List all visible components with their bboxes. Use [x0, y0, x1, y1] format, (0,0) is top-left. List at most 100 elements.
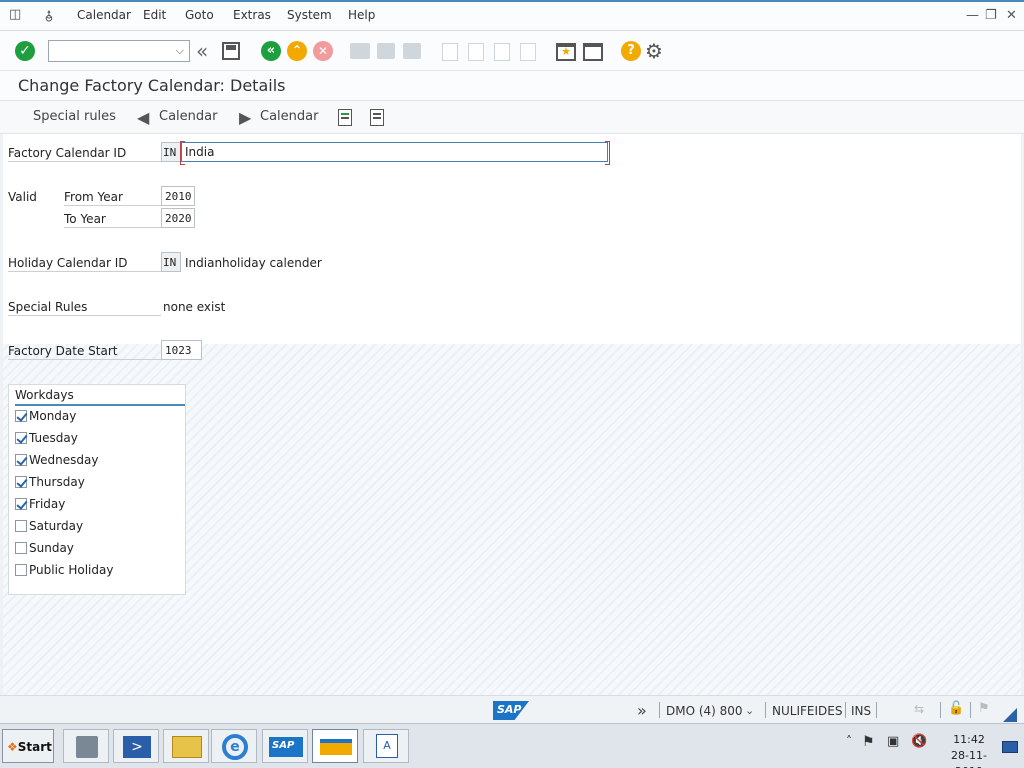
menu-goto[interactable]: Goto	[185, 8, 214, 22]
start-button[interactable]: ❖Start	[2, 729, 54, 763]
workday-saturday[interactable]: Saturday	[15, 519, 83, 537]
workday-public-holiday[interactable]: Public Holiday	[15, 563, 113, 581]
workday-thursday[interactable]: Thursday	[15, 475, 85, 493]
status-bar: SAP » DMO (4) 800 ⌄ NULIFEIDES INS ⇆ 🔓 ⚑	[0, 695, 1024, 723]
to-year-field[interactable]: 2020	[161, 208, 195, 228]
create-shortcut-icon[interactable]	[583, 43, 603, 61]
divider	[845, 702, 846, 718]
holiday-calendar-name: Indianholiday calender	[185, 256, 322, 270]
taskbar-powershell[interactable]: >	[113, 729, 159, 763]
resize-grip-icon[interactable]	[1003, 708, 1017, 722]
checkbox-checked[interactable]	[15, 410, 27, 422]
cancel-icon[interactable]: ✕	[313, 41, 333, 61]
menu-calendar[interactable]: Calendar	[77, 8, 131, 22]
document-list-icon[interactable]	[338, 109, 352, 126]
lock-icon[interactable]: 🔓	[948, 701, 964, 716]
special-rules-label: Special Rules	[8, 300, 161, 316]
holiday-calendar-id-field[interactable]: IN	[161, 252, 181, 272]
chevron-down-icon[interactable]: ⌵	[176, 44, 184, 58]
divider	[765, 702, 766, 718]
special-rules-button[interactable]: Special rules	[33, 109, 116, 124]
workday-monday[interactable]: Monday	[15, 409, 76, 427]
taskbar-sap-gui[interactable]	[312, 729, 358, 763]
checkbox-checked[interactable]	[15, 498, 27, 510]
workday-friday[interactable]: Friday	[15, 497, 65, 515]
taskbar-explorer[interactable]	[163, 729, 209, 763]
minimize-icon[interactable]: —	[966, 8, 979, 23]
network-icon[interactable]: ▣	[887, 734, 899, 749]
last-page-icon[interactable]	[520, 43, 536, 61]
save-icon[interactable]	[222, 42, 240, 60]
workday-sunday[interactable]: Sunday	[15, 541, 74, 559]
menu-edit[interactable]: Edit	[143, 8, 166, 22]
new-session-icon[interactable]: ★	[556, 43, 576, 61]
secure-icon: ⚑	[978, 701, 990, 716]
restore-icon[interactable]: ❐	[985, 8, 997, 23]
application-toolbar: Special rules ◀ Calendar ▶ Calendar	[0, 101, 1024, 134]
to-year-label: To Year	[64, 212, 161, 228]
menu-extras[interactable]: Extras	[233, 8, 271, 22]
menu-system[interactable]: System	[287, 8, 332, 22]
customize-icon[interactable]: ⯗	[45, 6, 53, 30]
taskbar: ❖Start > e SAP A ˄ ⚑ ▣ 🔇 11:42 28-11-201…	[0, 723, 1024, 768]
page-title: Change Factory Calendar: Details	[18, 76, 286, 95]
next-page-icon[interactable]	[494, 43, 510, 61]
factory-date-start-field[interactable]: 1023	[161, 340, 202, 360]
factory-calendar-name-field[interactable]: India	[180, 141, 610, 165]
taskbar-sap-logon[interactable]: SAP	[262, 729, 308, 763]
previous-page-icon[interactable]	[468, 43, 484, 61]
wordpad-icon: A	[376, 734, 398, 758]
show-desktop-icon[interactable]	[1002, 741, 1018, 753]
exit-icon[interactable]: ⌃	[287, 41, 307, 61]
checkbox-label: Friday	[29, 497, 66, 511]
find-next-icon[interactable]	[403, 43, 421, 59]
enter-check-icon[interactable]: ✓	[15, 41, 35, 61]
checkbox-checked[interactable]	[15, 476, 27, 488]
chevron-down-icon[interactable]: ⌄	[745, 704, 754, 717]
checkbox-unchecked[interactable]	[15, 520, 27, 532]
checkbox-unchecked[interactable]	[15, 564, 27, 576]
settings-gear-icon[interactable]: ⚙	[645, 39, 663, 63]
back-icon[interactable]: «	[261, 41, 281, 61]
print-icon[interactable]	[350, 43, 370, 59]
find-icon[interactable]	[377, 43, 395, 59]
system-info[interactable]: DMO (4) 800	[666, 704, 743, 718]
sap-gui-icon	[320, 739, 352, 755]
factory-calendar-id-field[interactable]: IN	[161, 142, 181, 162]
checkbox-label: Public Holiday	[29, 563, 114, 577]
previous-calendar-button[interactable]: Calendar	[159, 109, 217, 124]
action-center-flag-icon[interactable]: ⚑	[862, 734, 875, 750]
menu-help[interactable]: Help	[348, 8, 375, 22]
system-clock[interactable]: 11:42 28-11-2019	[940, 732, 998, 768]
show-hidden-icons-icon[interactable]: ˄	[846, 734, 852, 748]
special-rules-value: none exist	[163, 300, 226, 314]
collapse-icon[interactable]: «	[196, 39, 208, 63]
clock-time: 11:42	[953, 733, 985, 746]
checkbox-checked[interactable]	[15, 454, 27, 466]
internet-explorer-icon: e	[222, 734, 248, 760]
workday-tuesday[interactable]: Tuesday	[15, 431, 78, 449]
start-label: Start	[17, 740, 52, 754]
expand-status-icon[interactable]: »	[637, 701, 647, 720]
first-page-icon[interactable]	[442, 43, 458, 61]
taskbar-server-manager[interactable]	[63, 729, 109, 763]
taskbar-internet-explorer[interactable]: e	[211, 729, 257, 763]
help-icon[interactable]: ?	[621, 41, 641, 61]
window-menu-icon[interactable]: ◫	[9, 7, 21, 22]
document-detail-icon[interactable]	[370, 109, 384, 126]
command-field[interactable]: ⌵	[48, 40, 190, 62]
holiday-calendar-id-label: Holiday Calendar ID	[8, 256, 161, 272]
triangle-right-icon[interactable]: ▶	[239, 108, 251, 127]
server-icon	[76, 736, 98, 758]
triangle-left-icon[interactable]: ◀	[137, 108, 149, 127]
taskbar-wordpad[interactable]: A	[363, 729, 409, 763]
checkbox-unchecked[interactable]	[15, 542, 27, 554]
volume-muted-icon[interactable]: 🔇	[911, 734, 927, 749]
folder-icon	[172, 736, 202, 758]
workdays-title: Workdays	[15, 387, 185, 406]
from-year-field[interactable]: 2010	[161, 186, 195, 206]
close-icon[interactable]: ✕	[1006, 8, 1017, 23]
workday-wednesday[interactable]: Wednesday	[15, 453, 98, 471]
checkbox-checked[interactable]	[15, 432, 27, 444]
next-calendar-button[interactable]: Calendar	[260, 109, 318, 124]
